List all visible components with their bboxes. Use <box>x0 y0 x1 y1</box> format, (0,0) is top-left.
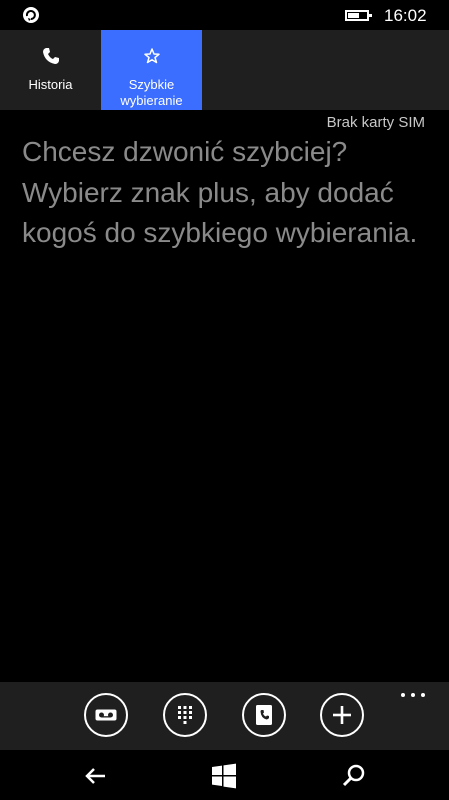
navigation-bar <box>0 750 449 800</box>
search-icon[interactable] <box>340 762 368 790</box>
empty-state-message: Chcesz dzwonić szybciej? Wybierz znak pl… <box>22 136 418 248</box>
back-icon[interactable] <box>83 762 111 790</box>
status-time: 16:02 <box>384 6 427 25</box>
battery-icon <box>345 10 372 21</box>
tab-szybkie-label: Szybkie wybieranie <box>120 77 183 108</box>
sync-icon <box>22 6 40 24</box>
app-bar <box>0 682 449 750</box>
keypad-button[interactable] <box>163 693 207 737</box>
phone-icon <box>41 46 61 66</box>
voicemail-button[interactable] <box>84 693 128 737</box>
tab-historia-label: Historia <box>28 77 73 92</box>
tab-historia[interactable]: Historia <box>0 30 101 110</box>
tab-bar: Historia Szybkie wybieranie <box>0 30 449 110</box>
contacts-button[interactable] <box>242 693 286 737</box>
windows-icon[interactable] <box>210 762 238 790</box>
battery-level-fill <box>348 13 359 18</box>
tab-szybkie-wybieranie[interactable]: Szybkie wybieranie <box>101 30 202 110</box>
more-icon[interactable] <box>399 690 429 704</box>
add-button[interactable] <box>320 693 364 737</box>
sim-status: Brak karty SIM <box>326 114 425 131</box>
status-bar: 16:02 <box>0 0 449 30</box>
phone-screen: 16:02 Historia Szybkie wybieranie Brak k… <box>0 0 449 800</box>
star-icon <box>142 46 162 66</box>
